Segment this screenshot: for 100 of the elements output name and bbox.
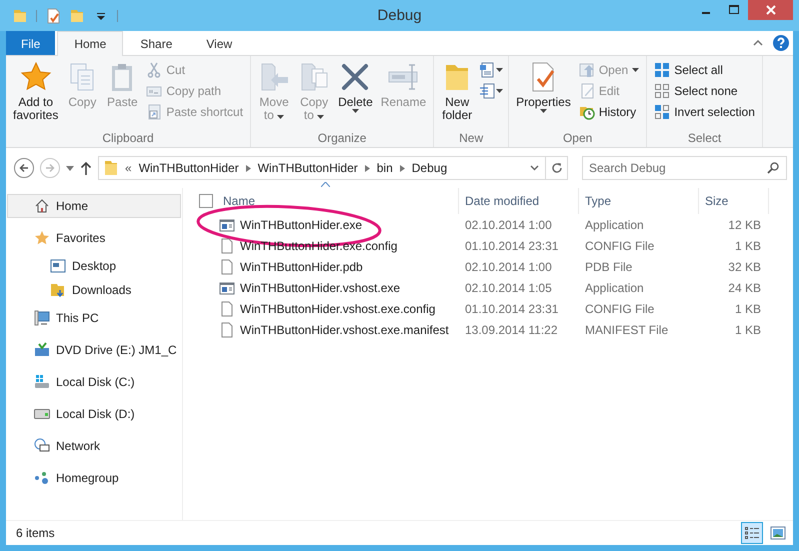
back-button[interactable]: [14, 158, 34, 178]
back-arrow-icon: [19, 163, 29, 173]
file-name[interactable]: WinTHButtonHider.pdb: [240, 260, 363, 274]
date-cell-text: 02.10.2014 1:00: [464, 260, 553, 274]
size-cell-text: 24 KB: [727, 280, 762, 294]
view-button[interactable]: [741, 522, 763, 544]
search-field[interactable]: Search Debug: [582, 156, 787, 180]
ribbon-group-label: New: [458, 131, 484, 145]
up-button[interactable]: [80, 161, 92, 175]
dotted-grid-icon: [654, 83, 670, 99]
select-all-checkbox[interactable]: [199, 194, 213, 208]
application-window-icon: [219, 280, 235, 296]
star-icon: [20, 61, 52, 93]
date-cell-text: 01.10.2014 23:31: [464, 238, 560, 252]
navigation-item[interactable]: Desktop: [7, 254, 181, 278]
navigation-item[interactable]: Favorites: [7, 226, 181, 250]
ribbon-group-label: Organize: [316, 131, 368, 145]
navigation-item[interactable]: Downloads: [7, 278, 181, 302]
breadcrumb[interactable]: Debug: [410, 161, 448, 175]
folder-icon: [12, 8, 28, 24]
ribbon-icon-button[interactable]: [478, 61, 504, 79]
folder-clock-icon: [578, 104, 595, 120]
size-cell-text: 32 KB: [727, 260, 762, 274]
breadcrumb[interactable]: WinTHButtonHider: [256, 161, 359, 175]
type-cell-text: CONFIG File: [584, 302, 656, 316]
ribbon-button[interactable]: Invert selection: [651, 103, 758, 121]
house-icon: [34, 198, 50, 214]
navigation-item[interactable]: Home: [7, 194, 181, 218]
file-name[interactable]: WinTHButtonHider.vshost.exe: [240, 280, 400, 294]
file-menu-tab[interactable]: File: [6, 31, 56, 55]
ribbon-button[interactable]: Properties: [513, 59, 574, 131]
ribbon-group-label: Select: [686, 131, 722, 145]
document-check-icon: [45, 8, 61, 24]
document-list-icon: [479, 62, 496, 78]
chevron-icon: [364, 164, 370, 172]
file-name[interactable]: WinTHButtonHider.vshost.exe.manifest: [240, 322, 449, 336]
size-cell-text: 1 KB: [734, 302, 762, 316]
document-icon: [219, 300, 235, 316]
overflow-mark[interactable]: «: [125, 161, 132, 175]
navigation-item[interactable]: DVD Drive (E:) JM1_C: [7, 338, 181, 362]
file-name[interactable]: WinTHButtonHider.vshost.exe.config: [240, 302, 436, 316]
navigation-item[interactable]: Homegroup: [7, 466, 181, 490]
document-lines-icon: [479, 83, 496, 99]
navigation-item[interactable]: This PC: [7, 306, 181, 330]
disc-drive-icon: [34, 342, 50, 358]
column-header[interactable]: Type: [579, 188, 699, 214]
collapse-ribbon-button[interactable]: [753, 40, 763, 46]
ribbon-group-label: Open: [562, 131, 594, 145]
drive-icon: [34, 406, 50, 422]
ribbon-button[interactable]: Delete: [335, 59, 376, 131]
breadcrumb[interactable]: WinTHButtonHider: [138, 161, 240, 175]
forward-arrow-icon: [45, 163, 55, 173]
shortcut-icon: [146, 104, 162, 120]
column-header[interactable]: Name: [217, 188, 459, 214]
scissors-icon: [146, 62, 162, 78]
date-cell-text: 13.09.2014 11:22: [464, 322, 559, 336]
navigation-item[interactable]: Local Disk (D:): [7, 402, 181, 426]
help-icon: [773, 35, 789, 51]
document-icon: [219, 258, 235, 274]
close-button[interactable]: [748, 0, 793, 20]
details-list-icon: [744, 525, 760, 541]
item-count: 6 items: [16, 526, 55, 540]
help-button[interactable]: [773, 35, 789, 51]
star-icon: [34, 230, 50, 246]
ribbon-button[interactable]: Select all: [651, 61, 758, 79]
column-header[interactable]: Date modified: [459, 188, 579, 214]
drive-windows-icon: [34, 374, 50, 390]
navigation-item[interactable]: Network: [7, 434, 181, 458]
type-cell-text: Application: [584, 218, 645, 232]
sort-caret-icon: [321, 182, 330, 187]
size-cell-text: 1 KB: [734, 238, 762, 252]
picture-icon: [770, 525, 786, 541]
search-icon: [767, 162, 779, 174]
ribbon-button[interactable]: New folder: [438, 59, 476, 131]
chevron-up-icon: [753, 40, 763, 46]
ribbon-button[interactable]: History: [576, 103, 642, 121]
ribbon-icon-button[interactable]: [478, 82, 504, 100]
folder-download-icon: [50, 282, 66, 298]
ribbon-button[interactable]: Select none: [651, 82, 758, 100]
ribbon-tab[interactable]: Home: [57, 31, 124, 56]
document-icon: [219, 238, 235, 254]
date-cell-text: 02.10.2014 1:00: [464, 218, 553, 232]
network-icon: [34, 438, 50, 454]
chevron-icon: [246, 164, 251, 172]
ribbon-button[interactable]: Add to favorites: [10, 59, 62, 131]
application-window-icon: [219, 216, 235, 232]
address-bar[interactable]: « WinTHButtonHider WinTHButtonHider bin Debug: [98, 156, 568, 180]
breadcrumb[interactable]: bin: [376, 161, 394, 175]
date-cell-text: 02.10.2014 1:05: [464, 280, 553, 294]
grid-icon: [654, 62, 670, 78]
folder-icon: [103, 160, 119, 176]
chevron-icon: [400, 164, 405, 172]
pencil-document-icon: [578, 83, 595, 99]
type-cell-text: CONFIG File: [584, 238, 656, 252]
navigation-item[interactable]: Local Disk (C:): [7, 370, 181, 394]
column-header[interactable]: Size: [699, 188, 769, 214]
refresh-icon: [550, 162, 562, 174]
recent-locations-button[interactable]: [66, 166, 74, 170]
people-dots-icon: [34, 470, 50, 486]
close-icon: [766, 5, 776, 15]
